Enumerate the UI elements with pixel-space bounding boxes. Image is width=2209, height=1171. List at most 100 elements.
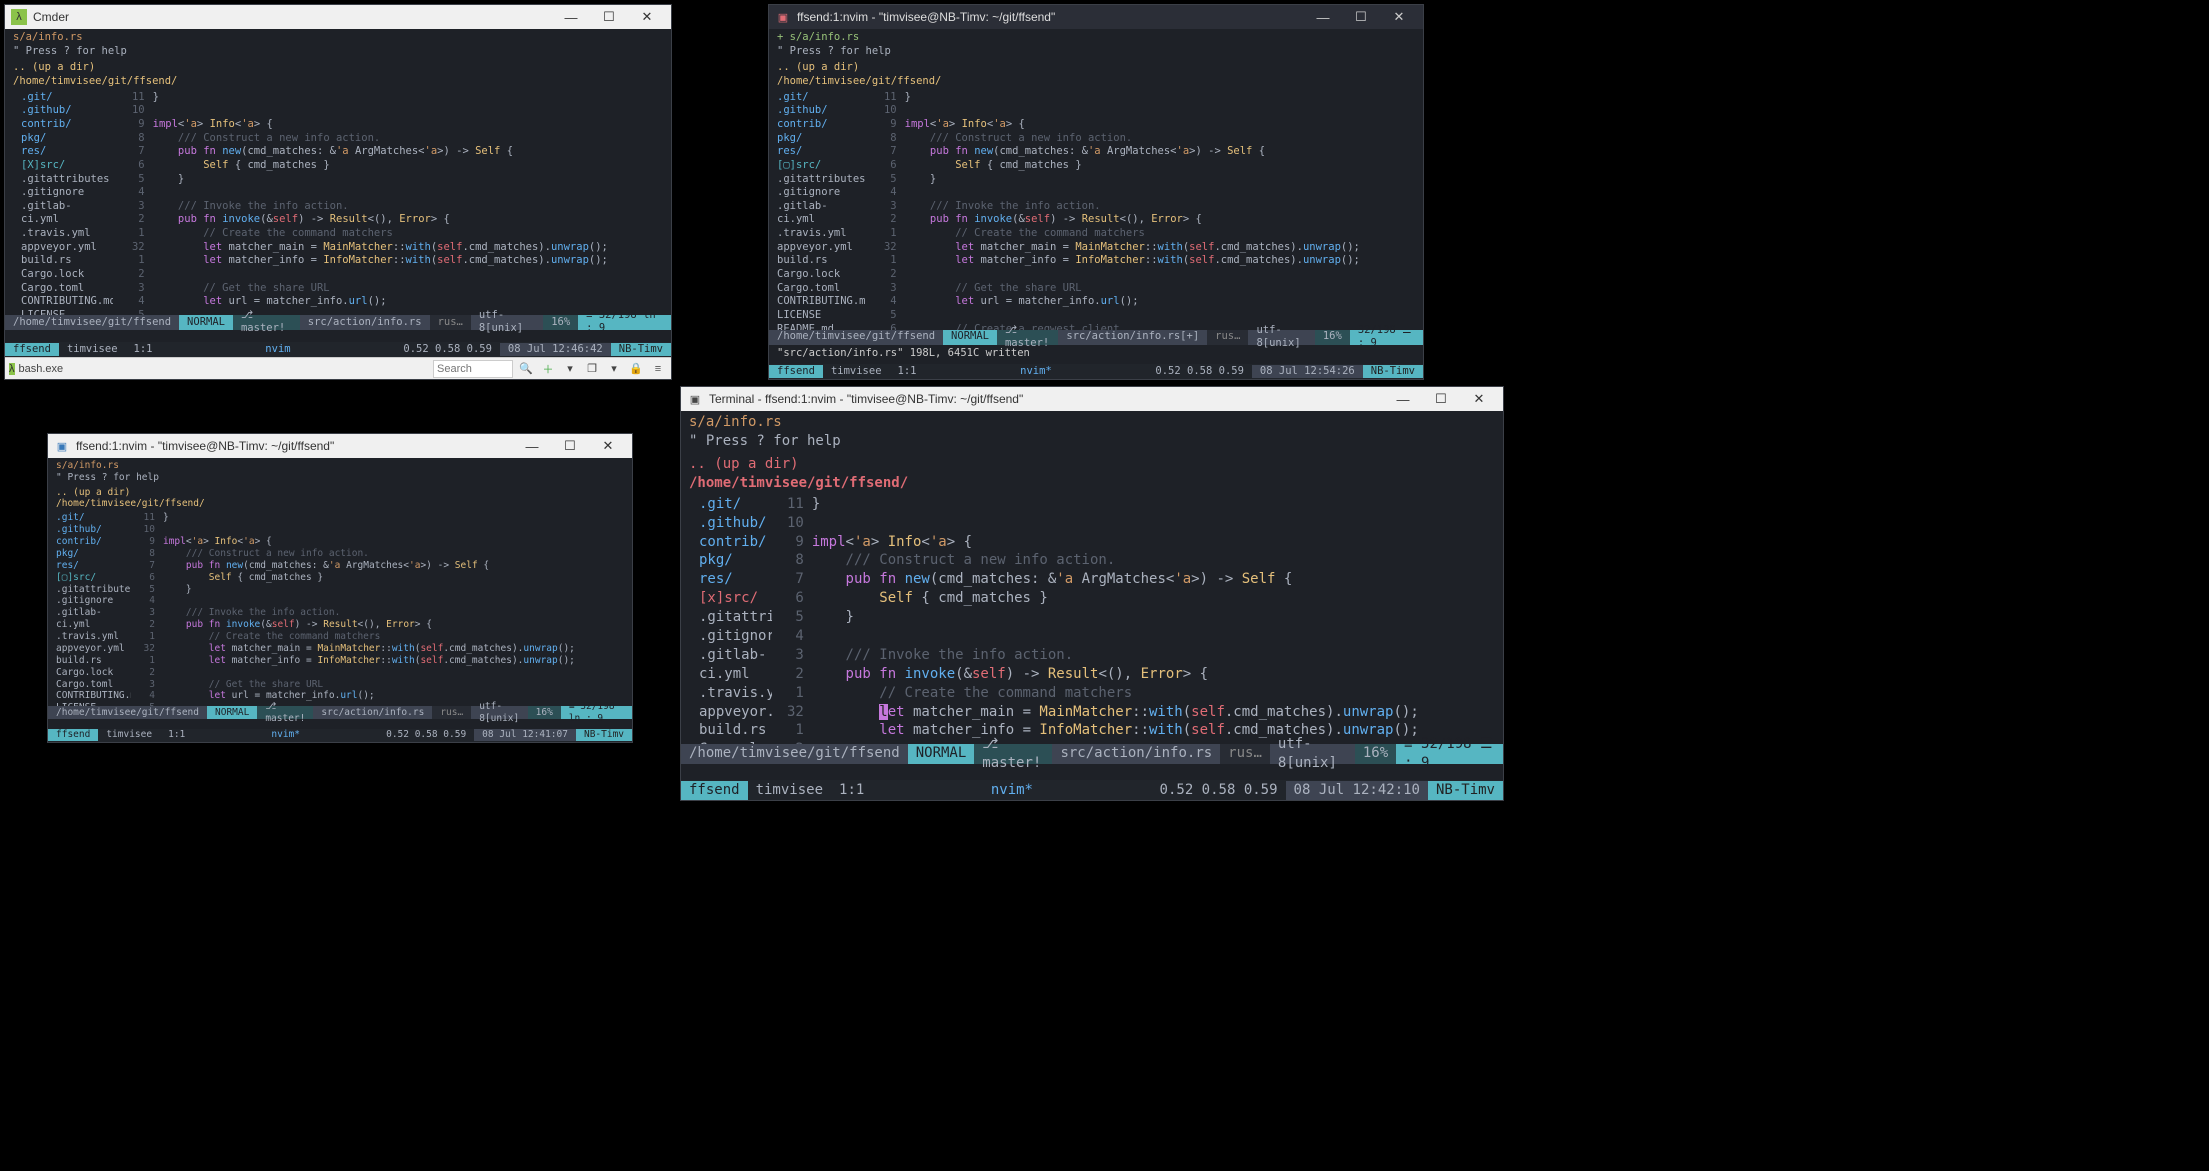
tree-file[interactable]: .gitignore [777, 186, 857, 200]
tree-dir[interactable]: res/ [56, 560, 123, 572]
minimize-button[interactable]: — [1305, 6, 1341, 28]
maximize-button[interactable]: ☐ [552, 435, 588, 457]
tree-file[interactable]: .gitattributes [13, 173, 105, 187]
close-button[interactable]: ✕ [1381, 6, 1417, 28]
tree-dir[interactable]: .github/ [689, 514, 764, 533]
cmder-tabbar[interactable]: λ bash.exe 🔍 ＋ ▾ ❐ ▾ 🔒 ≡ [5, 357, 671, 379]
tree-dir[interactable]: res/ [777, 145, 857, 159]
dropdown-icon[interactable]: ▾ [561, 360, 579, 378]
tree-dir[interactable]: .git/ [777, 91, 857, 105]
tree-file[interactable]: .travis.yml [689, 684, 764, 703]
tree-file[interactable]: .travis.yml [777, 227, 857, 241]
tree-dir[interactable]: pkg/ [689, 551, 764, 570]
file-tree[interactable]: .git/ .github/ contrib/ pkg/ res/ [▢]src… [769, 91, 865, 330]
titlebar[interactable]: ▣ ffsend:1:nvim - "timvisee@NB-Timv: ~/g… [769, 5, 1423, 29]
tmux-tab[interactable]: timvisee [98, 729, 160, 741]
columns-icon[interactable]: ❐ [583, 360, 601, 378]
titlebar[interactable]: ▣ ffsend:1:nvim - "timvisee@NB-Timv: ~/g… [48, 434, 632, 458]
tree-file[interactable]: .gitlab-ci.yml [56, 607, 123, 631]
tree-file[interactable]: .gitlab-ci.yml [777, 200, 857, 227]
tree-dir[interactable]: .git/ [56, 512, 123, 524]
lock-icon[interactable]: 🔒 [627, 360, 645, 378]
tree-dir[interactable]: .git/ [689, 495, 764, 514]
tree-dir[interactable]: .github/ [13, 104, 105, 118]
tree-dir[interactable]: .git/ [13, 91, 105, 105]
tree-file[interactable]: .gitlab-ci.yml [13, 200, 105, 227]
tree-file[interactable]: CONTRIBUTING.md [13, 295, 105, 309]
tree-src[interactable]: [▢]src/ [56, 572, 123, 584]
tree-dir[interactable]: res/ [13, 145, 105, 159]
minimize-button[interactable]: — [514, 435, 550, 457]
tree-file[interactable]: build.rs [689, 721, 764, 740]
tree-dir[interactable]: .github/ [56, 524, 123, 536]
tmux-tab-active[interactable]: ffsend [681, 781, 748, 800]
file-tree[interactable]: .git/ .github/ contrib/ pkg/ res/ [▢]src… [48, 512, 131, 706]
tmux-tab-active[interactable]: ffsend [5, 343, 59, 357]
add-tab-icon[interactable]: ＋ [539, 360, 557, 378]
tree-dir[interactable]: contrib/ [56, 536, 123, 548]
tmux-tab-active[interactable]: ffsend [48, 729, 98, 741]
tree-file[interactable]: appveyor.yml [689, 703, 764, 722]
tree-dir[interactable]: contrib/ [689, 533, 764, 552]
tree-file[interactable]: .travis.yml [13, 227, 105, 241]
minimize-button[interactable]: — [553, 6, 589, 28]
maximize-button[interactable]: ☐ [1423, 388, 1459, 410]
tree-file[interactable]: build.rs [56, 655, 123, 667]
search-icon[interactable]: 🔍 [517, 360, 535, 378]
updir[interactable]: .. (up a dir) [13, 61, 663, 75]
search-input[interactable] [433, 360, 513, 378]
tree-file[interactable]: Cargo.lock [13, 268, 105, 282]
tree-dir[interactable]: .github/ [777, 104, 857, 118]
updir[interactable]: .. (up a dir) [777, 61, 1415, 75]
tree-dir[interactable]: contrib/ [777, 118, 857, 132]
maximize-button[interactable]: ☐ [1343, 6, 1379, 28]
tree-file[interactable]: LICENSE [777, 309, 857, 323]
file-tree[interactable]: .git/ .github/ contrib/ pkg/ res/ [X]src… [5, 91, 113, 315]
tree-file[interactable]: CONTRIBUTING.md [56, 690, 123, 702]
tree-dir[interactable]: pkg/ [777, 132, 857, 146]
tree-src[interactable]: [X]src/ [13, 159, 105, 173]
tmux-tab[interactable]: timvisee [748, 781, 831, 800]
file-tree[interactable]: .git/ .github/ contrib/ pkg/ res/ [x]src… [681, 495, 772, 744]
overflow-icon[interactable]: ▾ [605, 360, 623, 378]
tree-file[interactable]: .gitattributes [56, 584, 123, 596]
updir[interactable]: .. (up a dir) [56, 487, 624, 499]
tree-file[interactable]: build.rs [13, 254, 105, 268]
close-button[interactable]: ✕ [590, 435, 626, 457]
tree-file[interactable]: README.md [777, 323, 857, 330]
tree-file[interactable]: appveyor.yml [56, 643, 123, 655]
tree-file[interactable]: Cargo.toml [13, 282, 105, 296]
tree-file[interactable]: Cargo.toml [777, 282, 857, 296]
tree-dir[interactable]: contrib/ [13, 118, 105, 132]
tree-file[interactable]: Cargo.toml [56, 679, 123, 691]
tree-file[interactable]: Cargo.lock [56, 667, 123, 679]
tree-dir[interactable]: pkg/ [56, 548, 123, 560]
tree-file[interactable]: .travis.yml [56, 631, 123, 643]
code-area[interactable]: } impl<'a> Info<'a> { /// Construct a ne… [153, 91, 671, 315]
cmder-tab-label[interactable]: bash.exe [19, 363, 64, 375]
tmux-tab-active[interactable]: ffsend [769, 365, 823, 379]
minimize-button[interactable]: — [1385, 388, 1421, 410]
tree-src[interactable]: [x]src/ [689, 589, 764, 608]
tree-file[interactable]: build.rs [777, 254, 857, 268]
tmux-tab[interactable]: timvisee [59, 343, 126, 357]
maximize-button[interactable]: ☐ [591, 6, 627, 28]
updir[interactable]: .. (up a dir) [689, 455, 1495, 474]
tree-file[interactable]: .gitignore [13, 186, 105, 200]
code-area[interactable]: } impl<'a> Info<'a> { /// Construct a ne… [905, 91, 1423, 330]
tree-file[interactable]: .gitignore [689, 627, 764, 646]
titlebar[interactable]: ▣ Terminal - ffsend:1:nvim - "timvisee@N… [681, 387, 1503, 411]
tree-src[interactable]: [▢]src/ [777, 159, 857, 173]
tree-file[interactable]: Cargo.lock [777, 268, 857, 282]
tree-file[interactable]: .gitattributes [689, 608, 764, 627]
tree-file[interactable]: .gitignore [56, 595, 123, 607]
close-button[interactable]: ✕ [629, 6, 665, 28]
tree-file[interactable]: .gitlab-ci.yml [689, 646, 764, 684]
tree-dir[interactable]: res/ [689, 570, 764, 589]
tmux-tab[interactable]: timvisee [823, 365, 890, 379]
tree-dir[interactable]: pkg/ [13, 132, 105, 146]
tree-file[interactable]: CONTRIBUTING.md [777, 295, 857, 309]
menu-icon[interactable]: ≡ [649, 360, 667, 378]
tree-file[interactable]: .gitattributes [777, 173, 857, 187]
code-area[interactable]: } impl<'a> Info<'a> { /// Construct a ne… [163, 512, 632, 706]
